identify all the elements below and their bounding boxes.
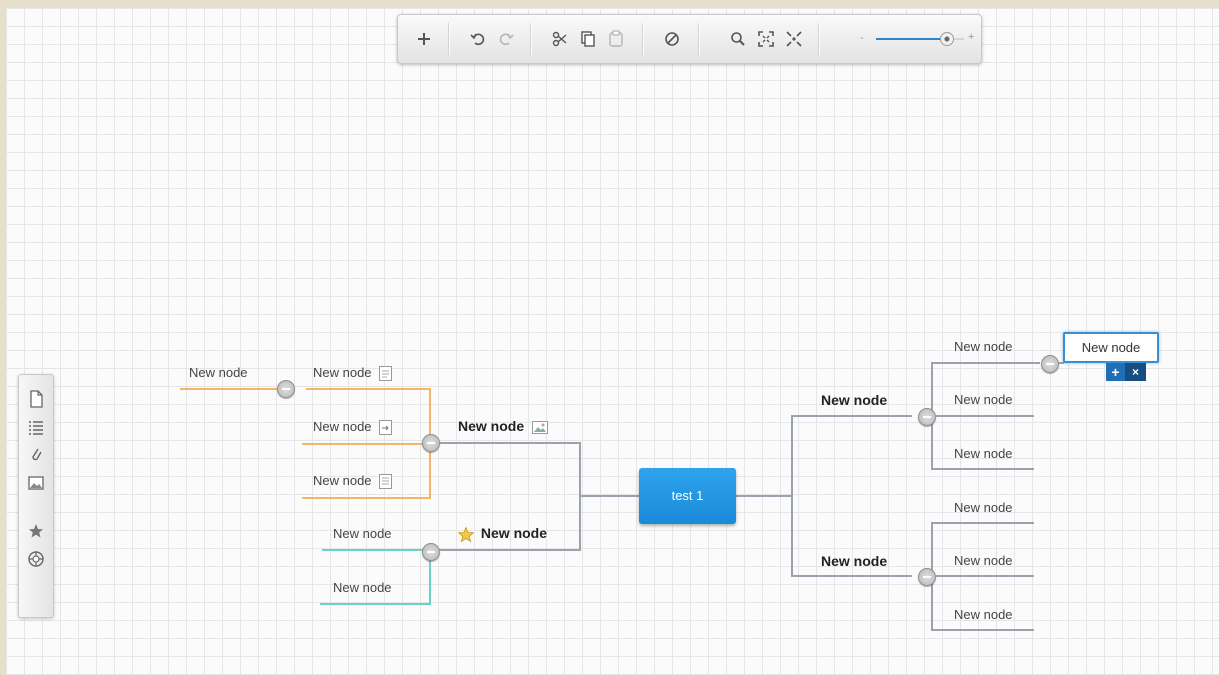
main-toolbar: - +	[397, 14, 982, 64]
node-label: New node	[954, 553, 1013, 568]
note-icon[interactable]	[26, 389, 46, 409]
link-icon[interactable]	[26, 445, 46, 465]
zoom-out-icon[interactable]: -	[860, 32, 864, 44]
palette-icon[interactable]	[26, 549, 46, 569]
toolbar-separator	[530, 23, 532, 55]
toolbar-separator	[698, 23, 700, 55]
collapse-toggle[interactable]	[277, 380, 295, 398]
collapse-toggle[interactable]	[918, 568, 936, 586]
connector-r7	[931, 522, 1034, 576]
node-label: New node	[189, 365, 248, 380]
link-icon	[379, 420, 393, 436]
node-label: New node	[333, 580, 392, 595]
mindmap-node[interactable]: New node	[954, 500, 1013, 515]
node-label: New node	[954, 500, 1013, 515]
cut-icon[interactable]	[550, 29, 570, 49]
star-icon[interactable]	[26, 521, 46, 541]
zoom-slider-fill	[876, 38, 947, 40]
node-edit-actions: + ×	[1106, 363, 1146, 381]
zoom-slider[interactable]	[876, 32, 964, 46]
toolbar-separator	[642, 23, 644, 55]
mindmap-node[interactable]: New node	[954, 339, 1013, 354]
mindmap-node[interactable]: New node	[954, 446, 1013, 461]
mindmap-node[interactable]: New node	[954, 553, 1013, 568]
collapse-toggle[interactable]	[918, 408, 936, 426]
node-label: New node	[954, 607, 1013, 622]
mindmap-node[interactable]: New node	[954, 392, 1013, 407]
node-label: New node	[313, 419, 372, 434]
connector-l7	[438, 496, 581, 551]
node-label: New node	[954, 446, 1013, 461]
mindmap-node[interactable]: New node	[313, 473, 393, 490]
mindmap-node[interactable]: New node	[313, 419, 393, 436]
node-label: New node	[313, 365, 372, 380]
mindmap-node[interactable]: New node	[954, 607, 1013, 622]
collapse-toggle[interactable]	[422, 434, 440, 452]
node-label: New node	[333, 526, 392, 541]
mindmap-node[interactable]: New node	[313, 365, 393, 382]
toolbar-separator	[448, 23, 450, 55]
node-label: New node	[480, 525, 548, 541]
mindmap-node[interactable]: New node	[458, 418, 549, 434]
collapse-toggle[interactable]	[1041, 355, 1059, 373]
editing-node[interactable]: New node	[1063, 332, 1159, 363]
zoom-in-icon[interactable]: +	[968, 31, 974, 43]
node-label: New node	[954, 339, 1013, 354]
connector-r3	[931, 362, 1040, 416]
node-label: New node	[458, 418, 525, 434]
undo-icon[interactable]	[468, 29, 488, 49]
paste-icon[interactable]	[606, 29, 626, 49]
collapse-toggle[interactable]	[422, 543, 440, 561]
zoom-slider-handle[interactable]	[940, 32, 955, 46]
connector-r4	[931, 416, 1034, 470]
fit-to-screen-icon[interactable]	[756, 29, 776, 49]
toolbar-separator	[818, 23, 820, 55]
copy-icon[interactable]	[578, 29, 598, 49]
image-icon	[532, 420, 549, 434]
connector-lines	[180, 362, 1064, 631]
delete-icon[interactable]	[662, 29, 682, 49]
center-icon[interactable]	[784, 29, 804, 49]
image-icon[interactable]	[26, 473, 46, 493]
note-icon	[379, 366, 393, 382]
mindmap-node[interactable]: New node	[333, 580, 392, 595]
root-node[interactable]: test 1	[639, 468, 736, 524]
star-icon	[458, 526, 474, 542]
node-label: New node	[821, 553, 888, 569]
node-properties-sidebar	[18, 374, 54, 618]
node-label: New node	[313, 473, 372, 488]
redo-icon[interactable]	[496, 29, 516, 49]
add-node-icon[interactable]	[414, 29, 434, 49]
mindmap-canvas[interactable]: test 1 New node New node New node New no…	[6, 8, 1219, 675]
delete-node-button[interactable]: ×	[1126, 363, 1146, 381]
list-icon[interactable]	[26, 417, 46, 437]
mindmap-node[interactable]: New node	[189, 365, 248, 380]
mindmap-node[interactable]: New node	[821, 553, 887, 569]
connector-l4	[438, 442, 639, 497]
connector-r1	[736, 415, 912, 497]
list-icon	[379, 474, 393, 490]
zoom-icon[interactable]	[728, 29, 748, 49]
node-label: New node	[821, 392, 888, 408]
mindmap-node[interactable]: New node	[821, 392, 887, 408]
add-child-button[interactable]: +	[1106, 363, 1126, 381]
node-label: New node	[954, 392, 1013, 407]
mindmap-node[interactable]: New node	[458, 525, 547, 542]
mindmap-node[interactable]: New node	[333, 526, 392, 541]
